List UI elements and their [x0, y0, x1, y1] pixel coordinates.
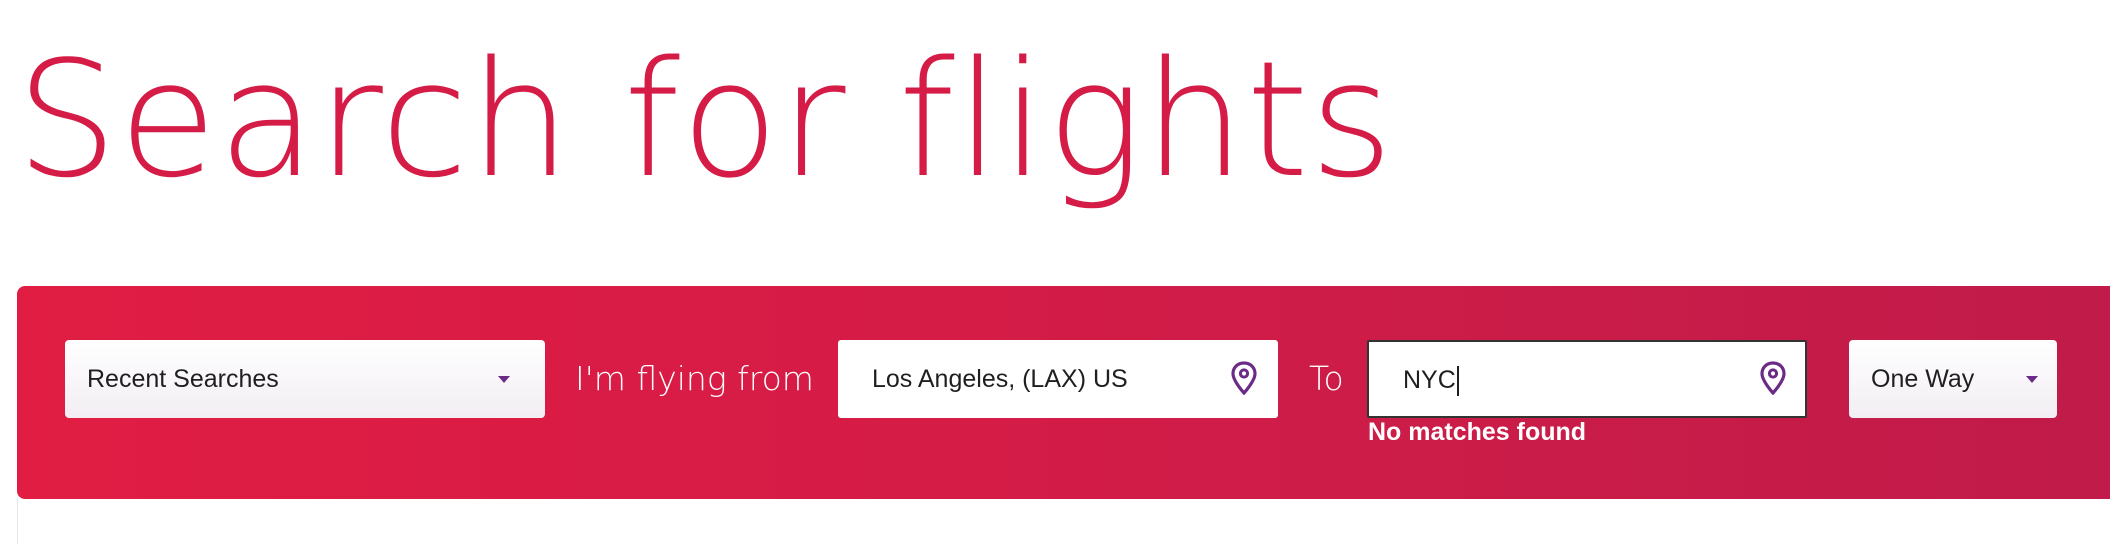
- text-cursor: [1456, 366, 1459, 397]
- location-pin-icon[interactable]: [1230, 361, 1258, 395]
- flight-search-page: Search for flights Recent Searches I'm f…: [0, 0, 2110, 544]
- origin-value: Los Angeles, (LAX) US: [872, 365, 1128, 393]
- results-area: [17, 499, 2110, 544]
- page-title: Search for flights: [16, 26, 1395, 213]
- origin-input[interactable]: Los Angeles, (LAX) US: [838, 340, 1278, 418]
- recent-searches-label: Recent Searches: [87, 365, 279, 393]
- to-label: To: [1309, 359, 1344, 398]
- location-pin-icon[interactable]: [1759, 361, 1787, 395]
- from-label: I'm flying from: [575, 359, 814, 398]
- chevron-down-icon: [498, 376, 510, 383]
- destination-input[interactable]: NYC: [1367, 340, 1807, 418]
- recent-searches-dropdown[interactable]: Recent Searches: [65, 340, 545, 418]
- trip-type-selected: One Way: [1871, 365, 1975, 393]
- trip-type-dropdown[interactable]: One Way: [1849, 340, 2057, 418]
- no-matches-error: No matches found: [1368, 418, 1587, 446]
- destination-value: NYC: [1403, 342, 1459, 418]
- chevron-down-icon: [2026, 376, 2038, 383]
